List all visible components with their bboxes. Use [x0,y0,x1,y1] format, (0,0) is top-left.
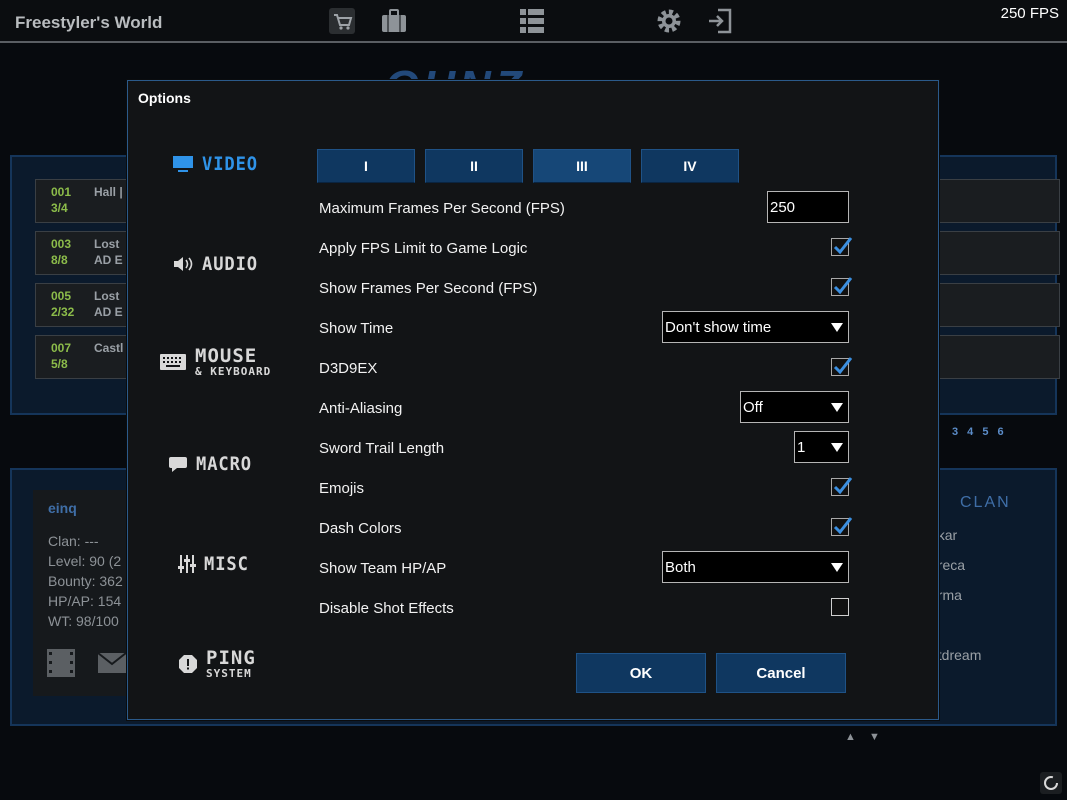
room-count: 2/32 [51,305,75,319]
replay-icon[interactable] [46,648,76,678]
room-name: Lost [94,237,120,251]
shop-icon[interactable] [325,4,359,38]
option-label: Disable Shot Effects [319,600,454,617]
scroll-arrows[interactable]: ▲ ▼ [845,731,880,743]
refresh-icon[interactable] [1040,772,1062,794]
mail-icon[interactable] [97,652,127,674]
room-name: Hall | [94,185,123,199]
game-title: Freestyler's World [15,13,163,32]
option-label: Dash Colors [319,520,402,537]
category-label: MOUSE [195,345,258,367]
max-fps-input[interactable] [767,191,849,223]
category-mouse-keyboard[interactable]: MOUSE & KEYBOARD [159,347,271,377]
room-detail: AD E [94,253,123,267]
dash-colors-checkbox[interactable] [831,517,853,536]
category-label: AUDIO [202,253,258,275]
menu-list-icon[interactable] [515,4,549,38]
category-label: VIDEO [202,153,258,175]
player-name: einq [48,500,77,516]
category-misc[interactable]: MISC [178,553,254,575]
exit-icon[interactable] [703,4,737,38]
tab-ii[interactable]: II [425,149,523,183]
room-number: 005 [51,289,72,303]
dropdown-arrow-icon [826,562,848,572]
category-macro[interactable]: MACRO [168,453,258,475]
tab-iv[interactable]: IV [641,149,739,183]
tab-iii[interactable]: III [533,149,631,183]
chat-bubble-icon [169,457,187,472]
options-dialog: Options VIDEO AUDIO MOUSE & KEYBOARD MAC… [127,80,939,720]
room-count: 3/4 [51,201,68,215]
player-stat: WT: 98/100 [48,613,119,629]
checkmark-icon [833,277,853,295]
category-ping-system[interactable]: PING SYSTEM [178,649,256,679]
checkmark-icon [833,237,853,255]
category-audio[interactable]: AUDIO [172,253,264,275]
dialog-title: Options [138,90,191,106]
player-stat: HP/AP: 154 [48,593,122,609]
option-label: Show Time [319,320,394,337]
checkmark-icon [833,517,853,535]
room-count: 5/8 [51,357,68,371]
select-value: Off [743,398,763,416]
ok-button[interactable]: OK [576,653,706,693]
room-name: Lost [94,289,120,303]
room-number: 007 [51,341,72,355]
tab-i[interactable]: I [317,149,415,183]
player-stat: Bounty: 362 [48,573,123,589]
option-label: Emojis [319,480,365,497]
checkmark-icon [833,357,853,375]
room-number: 003 [51,237,72,251]
sliders-icon [178,555,196,573]
select-value: Don't show time [665,318,772,336]
checkmark-icon [833,477,853,495]
monitor-icon [173,156,193,172]
team-hp-select[interactable]: Both [662,551,849,583]
category-sublabel: SYSTEM [206,667,252,680]
d3d9ex-checkbox[interactable] [831,357,853,376]
room-pagination[interactable]: 3 4 5 6 [952,426,1004,438]
room-name: Castl [94,341,124,355]
player-stat: Level: 90 (2 [48,553,122,569]
option-label: D3D9EX [319,360,378,377]
clan-header: CLAN [960,494,1011,511]
fps-counter: 250 FPS [1000,5,1059,22]
player-stat: Clan: --- [48,533,99,549]
show-time-select[interactable]: Don't show time [662,311,849,343]
dropdown-arrow-icon [826,442,848,452]
settings-icon[interactable] [652,4,686,38]
fps-limit-checkbox[interactable] [831,237,853,256]
dropdown-arrow-icon [826,322,848,332]
select-value: 1 [797,438,806,456]
room-detail: AD E [94,305,123,319]
top-bar: Freestyler's World 250 FPS [0,0,1067,43]
anti-aliasing-select[interactable]: Off [740,391,849,423]
alert-icon [179,655,197,673]
speaker-icon [174,257,193,271]
option-label: Maximum Frames Per Second (FPS) [319,200,565,217]
category-label: MISC [204,553,249,575]
dropdown-arrow-icon [826,402,848,412]
emojis-checkbox[interactable] [831,477,853,496]
select-value: Both [665,558,696,576]
option-label: Anti-Aliasing [319,400,403,417]
category-label: MACRO [196,453,252,475]
show-fps-checkbox[interactable] [831,277,853,296]
option-label: Apply FPS Limit to Game Logic [319,240,528,257]
option-label: Show Frames Per Second (FPS) [319,280,538,297]
room-number: 001 [51,185,72,199]
cancel-button[interactable]: Cancel [716,653,846,693]
option-label: Sword Trail Length [319,440,445,457]
category-video[interactable]: VIDEO [172,153,264,175]
sword-trail-select[interactable]: 1 [794,431,849,463]
room-count: 8/8 [51,253,68,267]
keyboard-icon [160,354,186,370]
option-label: Show Team HP/AP [319,560,447,577]
inventory-icon[interactable] [377,4,411,38]
category-sublabel: & KEYBOARD [195,365,272,378]
disable-shot-effects-checkbox[interactable] [831,598,849,616]
category-label: PING [206,647,256,669]
